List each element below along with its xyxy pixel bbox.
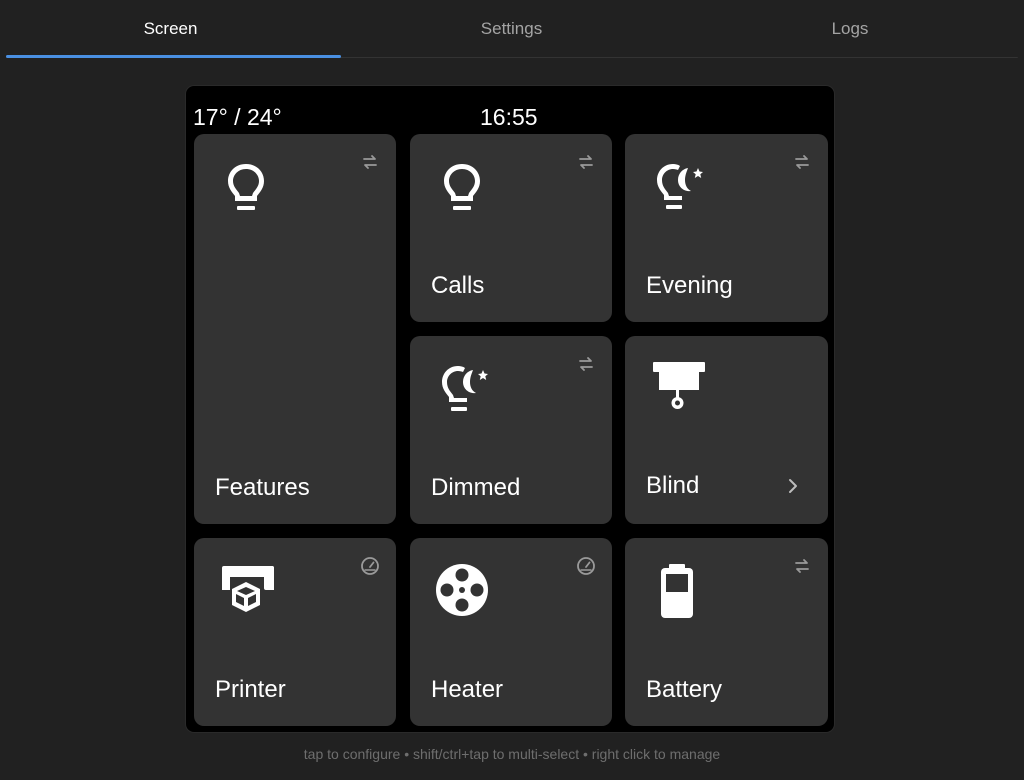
tab-logs[interactable]: Logs — [682, 0, 1018, 58]
roller-blind-icon — [653, 362, 705, 409]
lightbulb-icon — [228, 164, 264, 210]
film-reel-icon — [436, 564, 488, 616]
battery-icon — [661, 564, 693, 618]
tile-battery[interactable]: Battery — [625, 538, 828, 726]
lightbulb-night-icon — [657, 164, 703, 209]
tile-printer[interactable]: Printer — [194, 538, 396, 726]
tile-label: Evening — [646, 272, 733, 299]
tile-dimmed[interactable]: Dimmed — [410, 336, 612, 524]
swap-arrows-icon — [795, 155, 809, 169]
tile-blind[interactable]: Blind — [625, 336, 828, 524]
tile-label: Calls — [431, 272, 485, 299]
swap-arrows-icon — [579, 155, 593, 169]
3d-printer-icon — [222, 566, 274, 612]
tab-screen[interactable]: Screen — [0, 0, 341, 58]
swap-arrows-icon — [795, 559, 809, 573]
tile-calls[interactable]: Calls — [410, 134, 612, 322]
lightbulb-icon — [444, 164, 480, 210]
tab-settings[interactable]: Settings — [341, 0, 682, 58]
tile-label: Dimmed — [431, 474, 521, 501]
tile-label: Blind — [646, 472, 700, 499]
tab-bar: Screen Settings Logs — [0, 0, 1024, 58]
temperature-readout: 17° / 24° — [193, 104, 282, 130]
swap-arrows-icon — [579, 357, 593, 371]
gauge-icon — [577, 557, 595, 575]
tile-label: Features — [215, 474, 310, 501]
clock-readout: 16:55 — [480, 104, 538, 130]
lightbulb-night-icon — [442, 366, 488, 411]
tile-label: Battery — [646, 676, 723, 703]
chevron-right-icon[interactable] — [786, 476, 800, 496]
active-tab-indicator — [6, 55, 341, 58]
tile-heater[interactable]: Heater — [410, 538, 612, 726]
tile-evening[interactable]: Evening — [625, 134, 828, 322]
tile-features[interactable]: Features — [194, 134, 396, 524]
tile-label: Heater — [431, 676, 504, 703]
tile-label: Printer — [215, 676, 286, 703]
gauge-icon — [361, 557, 379, 575]
swap-arrows-icon — [363, 155, 377, 169]
usage-hint: tap to configure • shift/ctrl+tap to mul… — [303, 746, 721, 762]
